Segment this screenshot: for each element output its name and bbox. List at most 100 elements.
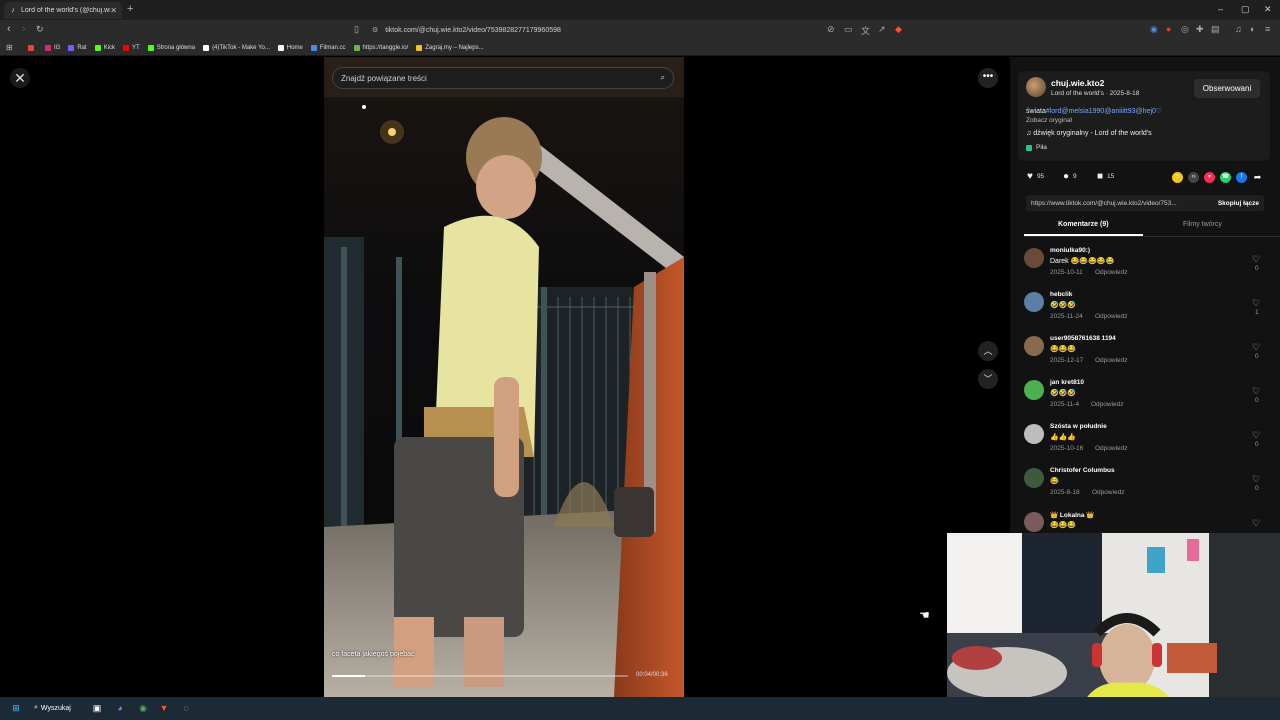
comment-avatar[interactable] [1024, 336, 1044, 356]
new-tab-button[interactable]: + [127, 3, 133, 15]
video-player[interactable] [324, 57, 684, 697]
bookmark-item[interactable]: IG [45, 44, 60, 51]
related-search-input[interactable]: Znajdź powiązane treści ⌕ [332, 67, 674, 89]
comment-avatar[interactable] [1024, 424, 1044, 444]
desc-tags[interactable]: #lord@melsia1990@aniiitt93@hej0♡ [1046, 108, 1162, 115]
pip-icon[interactable]: ▭ [844, 24, 853, 35]
comment-like-icon[interactable]: ♡ [1252, 386, 1260, 397]
taskbar-search[interactable]: ⌕ Wyszukaj [34, 700, 71, 716]
comment-avatar[interactable] [1024, 248, 1044, 268]
file-explorer-icon[interactable]: ▣ [89, 700, 105, 716]
creator-username[interactable]: chuj.wie.kto2 [1051, 78, 1104, 88]
start-windows-icon[interactable]: ⊞ [8, 700, 24, 716]
reload-icon[interactable]: ↻ [36, 24, 44, 35]
location-tag[interactable]: Piła [1026, 144, 1047, 151]
like-button[interactable]: ♥ 95 [1027, 171, 1044, 182]
comment-avatar[interactable] [1024, 292, 1044, 312]
previous-video-button[interactable]: ︿ [978, 341, 998, 361]
comment-like-icon[interactable]: ♡ [1252, 518, 1260, 529]
minimize-icon[interactable]: – [1218, 4, 1223, 14]
embed-icon[interactable]: ‹› [1188, 172, 1199, 183]
comment-like-icon[interactable]: ♡ [1252, 342, 1260, 353]
comment-avatar[interactable] [1024, 468, 1044, 488]
comment-author[interactable]: Christofer Columbus [1050, 467, 1115, 474]
forward-icon[interactable]: › [22, 23, 26, 35]
reply-button[interactable]: Odpowiedz [1095, 357, 1128, 364]
comment-button[interactable]: ● 9 [1063, 171, 1077, 182]
comment-like-icon[interactable]: ♡ [1252, 474, 1260, 485]
brave-shield-icon[interactable]: ◆ [895, 24, 902, 35]
bookmark-item[interactable]: Zagraj.my – Najleps... [416, 44, 484, 51]
comment-author[interactable]: moniulka90:) [1050, 247, 1090, 254]
share-tiktok-icon[interactable]: ▾ [1204, 172, 1215, 183]
bookmark-item[interactable]: Rat [68, 44, 87, 51]
comment-author[interactable]: Szósta w południe [1050, 423, 1107, 430]
comment-avatar[interactable] [1024, 512, 1044, 532]
maximize-icon[interactable]: ▢ [1241, 4, 1250, 15]
apps-grid-icon[interactable]: ⊞ [6, 43, 13, 52]
puzzle-icon[interactable]: ✚ [1196, 24, 1204, 35]
tab-creator-videos[interactable]: Filmy twórcy [1183, 221, 1222, 228]
reply-button[interactable]: Odpowiedz [1091, 401, 1124, 408]
bookmark-item[interactable]: (4)TikTok - Make Yo... [203, 44, 270, 51]
browser-tab[interactable]: ♪ Lord of the world's (@chuj.wi ✕ [4, 2, 122, 19]
site-info-icon[interactable]: ⚙ [372, 26, 378, 34]
progress-track[interactable] [332, 675, 628, 677]
wallet-icon[interactable]: ◐ [1250, 24, 1255, 34]
camera-off-icon[interactable]: ⊘ [827, 24, 835, 35]
extension-icon[interactable]: ◎ [1181, 24, 1189, 35]
share-arrow-icon[interactable]: ➦ [1252, 172, 1263, 183]
search-icon[interactable]: ⌕ [661, 73, 665, 83]
save-button[interactable]: ■ 15 [1097, 171, 1114, 182]
record-icon[interactable]: ● [1166, 24, 1171, 34]
comment-like-icon[interactable]: ♡ [1252, 298, 1260, 309]
reply-button[interactable]: Odpowiedz [1095, 313, 1128, 320]
comment-like-icon[interactable]: ♡ [1252, 430, 1260, 441]
translate-icon[interactable]: 文 [861, 24, 870, 37]
window-close-icon[interactable]: ✕ [1264, 4, 1272, 15]
reply-button[interactable]: Odpowiedz [1092, 489, 1125, 496]
following-button[interactable]: Obserwowani [1194, 79, 1260, 98]
copy-link-button[interactable]: Skopiuj łącze [1218, 200, 1259, 207]
bookmark-item[interactable]: Filman.cc [310, 44, 346, 51]
app-icon[interactable]: ◌ [178, 700, 194, 716]
music-icon[interactable]: ♫ [1235, 24, 1242, 34]
bookmark-item[interactable]: Strona główna [147, 44, 195, 51]
tab-comments[interactable]: Komentarze (9) [1058, 221, 1109, 228]
whatsapp-icon[interactable]: ☎ [1220, 172, 1231, 183]
bookmark-item[interactable]: Home [277, 44, 303, 51]
discord-icon[interactable]: ◕ [112, 700, 128, 716]
comment-like-icon[interactable]: ♡ [1252, 254, 1260, 265]
tab-close-icon[interactable]: ✕ [110, 6, 117, 15]
back-icon[interactable]: ‹ [7, 23, 11, 35]
comment-author[interactable]: jan kret810 [1050, 379, 1084, 386]
creator-avatar[interactable] [1026, 77, 1046, 97]
comment-like-count: 0 [1255, 265, 1259, 272]
sidebar-icon[interactable]: ▤ [1211, 24, 1220, 35]
bookmark-page-icon[interactable]: ▯ [354, 24, 359, 35]
next-video-button[interactable]: ﹀ [978, 369, 998, 389]
share-page-icon[interactable]: ↗ [878, 24, 886, 35]
comment-author[interactable]: user9058761638 1194 [1050, 335, 1116, 342]
brave-icon[interactable]: ▼ [156, 700, 172, 716]
bookmark-item[interactable] [28, 44, 37, 51]
chrome-icon[interactable]: ◉ [135, 700, 151, 716]
comment-author[interactable]: 👑 Lokalna 👑 [1050, 511, 1094, 519]
facebook-icon[interactable]: f [1236, 172, 1247, 183]
video-link-url[interactable]: https://www.tiktok.com/@chuj.wie.kto2/vi… [1031, 200, 1218, 207]
video-caption: co faceta jakiegoś pojebać [332, 651, 415, 658]
see-original-link[interactable]: Zobacz oryginał [1026, 117, 1072, 124]
music-row[interactable]: ♫ dźwięk oryginalny - Lord of the world'… [1026, 130, 1152, 137]
bookmark-item[interactable]: YT [123, 44, 140, 51]
menu-icon[interactable]: ≡ [1265, 24, 1270, 34]
share-friends-icon[interactable]: ☺ [1172, 172, 1183, 183]
bookmark-item[interactable]: Kick [94, 44, 115, 51]
reply-button[interactable]: Odpowiedz [1095, 445, 1128, 452]
comment-avatar[interactable] [1024, 380, 1044, 400]
more-options-button[interactable]: ••• [978, 68, 998, 88]
comment-author[interactable]: hebclik [1050, 291, 1072, 298]
audio-icon[interactable]: ◉ [1150, 24, 1158, 35]
reply-button[interactable]: Odpowiedz [1095, 269, 1128, 276]
close-video-button[interactable]: ✕ [10, 68, 30, 88]
bookmark-item[interactable]: https://tanggle.io/ [353, 44, 408, 51]
